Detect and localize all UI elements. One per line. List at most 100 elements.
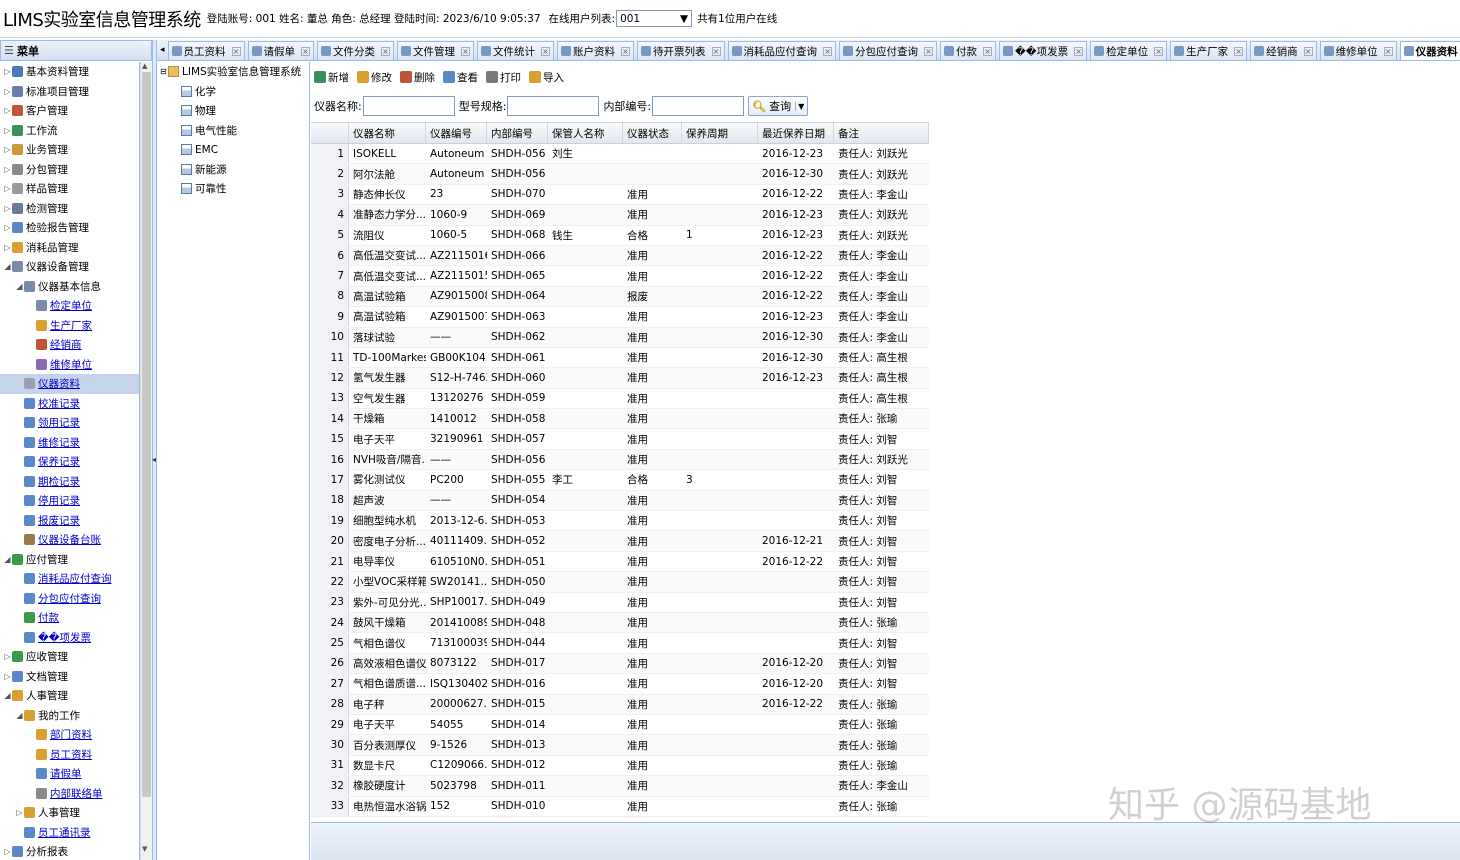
- column-header[interactable]: [311, 123, 349, 143]
- sidebar-item[interactable]: 部门资料: [0, 725, 139, 745]
- tab-15[interactable]: 仪器资料×: [1399, 41, 1460, 60]
- table-row[interactable]: 11 TD-100Markes... GB00K104... SHDH-061 准用 20…: [311, 347, 929, 369]
- close-icon[interactable]: ×: [461, 46, 471, 56]
- table-row[interactable]: 12 氢气发生器 S12-H-7463 SHDH-060 准用 2016-12-23 责任人…: [311, 368, 929, 389]
- column-header[interactable]: 备注: [834, 123, 929, 143]
- scroll-down-icon[interactable]: ▼: [142, 845, 147, 853]
- name-input[interactable]: [362, 96, 455, 116]
- tree-node[interactable]: 物理: [157, 101, 309, 121]
- sidebar-scrollbar[interactable]: ▲ ▼: [140, 62, 152, 860]
- collapsed-arrow-icon[interactable]: ▷: [3, 184, 12, 193]
- tree-node[interactable]: 可靠性: [157, 179, 309, 199]
- table-row[interactable]: 24 鼓风干燥箱 201410089 SHDH-048 准用 责任人: 张瑜: [311, 612, 929, 634]
- sidebar-item[interactable]: 校准记录: [0, 394, 139, 414]
- sidebar-item[interactable]: ▷ 工作流: [0, 121, 139, 141]
- column-header[interactable]: 保养周期: [682, 123, 758, 143]
- close-icon[interactable]: ×: [1383, 46, 1393, 56]
- sidebar-item[interactable]: ▷ 业务管理: [0, 140, 139, 160]
- sidebar-item[interactable]: 仪器设备台账: [0, 530, 139, 550]
- collapsed-arrow-icon[interactable]: ▷: [3, 672, 12, 681]
- toolbar-button-3[interactable]: 查看: [443, 70, 478, 85]
- sidebar-item[interactable]: ▷ 人事管理: [0, 803, 139, 823]
- sidebar-item[interactable]: 消耗品应付查询: [0, 569, 139, 589]
- tab-2[interactable]: 文件分类 ×: [317, 41, 395, 60]
- expanded-arrow-icon[interactable]: ◢: [3, 262, 12, 271]
- table-row[interactable]: 33 电热恒温水浴锅 152 SHDH-010 准用 责任人: 张瑜: [311, 796, 929, 817]
- table-row[interactable]: 25 气相色谱仪 713100039 SHDH-044 准用 责任人: 刘智: [311, 633, 929, 654]
- toolbar-button-0[interactable]: 新增: [314, 70, 349, 85]
- sidebar-item[interactable]: ▷ 文档管理: [0, 667, 139, 687]
- collapsed-arrow-icon[interactable]: ▷: [3, 106, 12, 115]
- table-row[interactable]: 32 橡胶硬度计 5023798 SHDH-011 准用 责任人: 李金山: [311, 776, 929, 797]
- table-row[interactable]: 9 高温试验箱 AZ9015007 SHDH-063 准用 2016-12-23 责任人: …: [311, 307, 929, 328]
- tab-11[interactable]: 检定单位 ×: [1090, 41, 1168, 60]
- tab-3[interactable]: 文件管理 ×: [397, 41, 475, 60]
- column-header[interactable]: 仪器编号: [426, 123, 487, 143]
- close-icon[interactable]: ×: [621, 46, 631, 56]
- sidebar-item[interactable]: ▷ 分包管理: [0, 160, 139, 180]
- collapsed-arrow-icon[interactable]: ▷: [3, 243, 12, 252]
- collapsed-arrow-icon[interactable]: ▷: [3, 87, 12, 96]
- table-row[interactable]: 29 电子天平 54055 SHDH-014 准用 责任人: 张瑜: [311, 714, 929, 736]
- column-header[interactable]: 仪器状态: [623, 123, 682, 143]
- sidebar-item[interactable]: 维修单位: [0, 355, 139, 375]
- sidebar-item[interactable]: 经销商: [0, 335, 139, 355]
- sidebar-item[interactable]: 检定单位: [0, 296, 139, 316]
- column-header[interactable]: 仪器名称: [349, 123, 426, 143]
- table-row[interactable]: 31 数显卡尺 C1209066... SHDH-012 准用 责任人: 张瑜: [311, 755, 929, 777]
- sidebar-item[interactable]: ◢ 仪器设备管理: [0, 257, 139, 277]
- toolbar-button-4[interactable]: 打印: [486, 70, 521, 85]
- column-header[interactable]: 最近保养日期: [758, 123, 834, 143]
- close-icon[interactable]: ×: [983, 46, 993, 56]
- close-icon[interactable]: ×: [1303, 46, 1313, 56]
- collapsed-arrow-icon[interactable]: ▷: [3, 145, 12, 154]
- table-row[interactable]: 21 电导率仪 610510N0... SHDH-051 准用 2016-12-22 责任人…: [311, 551, 929, 573]
- sidebar-item[interactable]: 分包应付查询: [0, 589, 139, 609]
- table-row[interactable]: 6 高低温交变试... AZ2115016 SHDH-066 准用 2016-12-22 责…: [311, 245, 929, 267]
- sidebar-item[interactable]: ▷ 检验报告管理: [0, 218, 139, 238]
- sidebar-item[interactable]: ◢ 应付管理: [0, 550, 139, 570]
- sidebar-item[interactable]: 维修记录: [0, 433, 139, 453]
- scrollbar-thumb[interactable]: [142, 72, 151, 797]
- tab-5[interactable]: 账户资料 ×: [557, 41, 635, 60]
- close-icon[interactable]: ×: [1234, 46, 1244, 56]
- table-row[interactable]: 18 超声波 —— SHDH-054 准用 责任人: 刘智: [311, 490, 929, 512]
- sidebar-item[interactable]: ◢ 仪器基本信息: [0, 277, 139, 297]
- toolbar-button-2[interactable]: 删除: [400, 70, 435, 85]
- sidebar-item[interactable]: ▷ 消耗品管理: [0, 238, 139, 258]
- table-row[interactable]: 3 静态伸长仪 23 SHDH-070 准用 2016-12-22 责任人: 李金山: [311, 184, 929, 206]
- tab-10[interactable]: ��项发票 ×: [999, 41, 1088, 60]
- column-header[interactable]: 保管人名称: [548, 123, 623, 143]
- sidebar-item[interactable]: 领用记录: [0, 413, 139, 433]
- collapsed-arrow-icon[interactable]: ▷: [3, 67, 12, 76]
- collapsed-arrow-icon[interactable]: ▷: [3, 204, 12, 213]
- sidebar-item[interactable]: ▷ 应收管理: [0, 647, 139, 667]
- sidebar-item[interactable]: ▷ 基本资料管理: [0, 62, 139, 82]
- collapsed-arrow-icon[interactable]: ▷: [15, 808, 24, 817]
- sidebar-item[interactable]: 员工资料: [0, 745, 139, 765]
- tree-node[interactable]: 新能源: [157, 160, 309, 180]
- table-row[interactable]: 2 阿尔法舱 Autoneum SHDH-056 2016-12-30 责任人: 刘跃光: [311, 164, 929, 185]
- sidebar-item[interactable]: ▷ 样品管理: [0, 179, 139, 199]
- table-row[interactable]: 8 高温试验箱 AZ9015008 SHDH-064 报废 2016-12-22 责任人: …: [311, 286, 929, 308]
- sidebar-item[interactable]: ▷ 分析报表: [0, 842, 139, 860]
- close-icon[interactable]: ×: [1074, 46, 1084, 56]
- table-row[interactable]: 7 高低温交变试... AZ2115015 SHDH-065 准用 2016-12-22 责…: [311, 266, 929, 287]
- collapse-icon[interactable]: ⊟: [160, 67, 168, 76]
- table-row[interactable]: 28 电子秤 20000627... SHDH-015 准用 2016-12-22 责任人:…: [311, 694, 929, 715]
- close-icon[interactable]: ×: [711, 46, 721, 56]
- table-row[interactable]: 19 细胞型纯水机 2013-12-6... SHDH-053 准用 责任人: 刘智: [311, 511, 929, 532]
- sidebar-item[interactable]: 内部联络单: [0, 784, 139, 804]
- table-row[interactable]: 15 电子天平 32190961 SHDH-057 准用 责任人: 刘智: [311, 429, 929, 450]
- collapse-icon[interactable]: ◂: [152, 455, 156, 464]
- scroll-up-icon[interactable]: ▲: [142, 62, 147, 70]
- toolbar-button-5[interactable]: 导入: [529, 70, 564, 85]
- expanded-arrow-icon[interactable]: ◢: [15, 711, 24, 720]
- tab-14[interactable]: 维修单位 ×: [1319, 41, 1397, 60]
- tab-scroll-left-icon[interactable]: ◂: [157, 45, 168, 55]
- tab-13[interactable]: 经销商 ×: [1250, 41, 1317, 60]
- table-row[interactable]: 27 气相色谱质谱... ISQ130402 SHDH-016 准用 2016-12-20…: [311, 674, 929, 695]
- collapsed-arrow-icon[interactable]: ▷: [3, 847, 12, 856]
- close-icon[interactable]: ×: [924, 46, 934, 56]
- tab-12[interactable]: 生产厂家 ×: [1170, 41, 1248, 60]
